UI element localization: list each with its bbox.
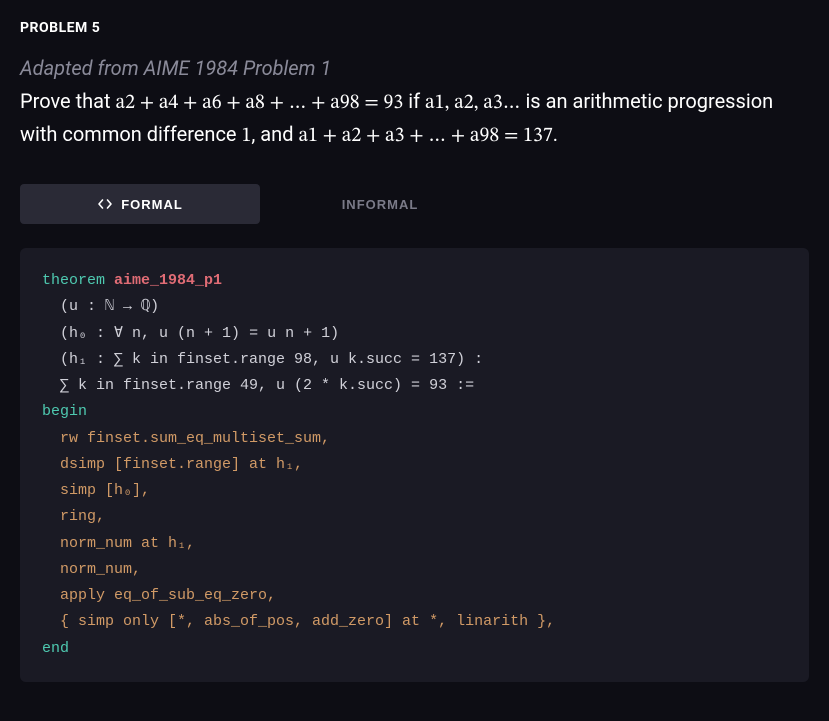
tab-bar: FORMAL INFORMAL <box>20 184 500 224</box>
math-expression: a1 + a2 + a3 + … + a98 = 137 <box>298 126 552 146</box>
code-block: theorem aime_1984_p1 (u : ℕ → ℚ) (h₀ : ∀… <box>20 248 809 682</box>
code-line: (h₀ : ∀ n, u (n + 1) = u n + 1) <box>42 325 339 342</box>
code-line: (u : ℕ → ℚ) <box>42 298 159 315</box>
math-expression: a1, a2, a3… <box>425 93 520 113</box>
tab-formal-label: FORMAL <box>121 197 183 212</box>
statement-text: . <box>553 122 558 146</box>
code-line: (h₁ : ∑ k in finset.range 98, u k.succ =… <box>42 351 483 368</box>
code-tactic: ring, <box>42 508 105 525</box>
code-tactic: rw finset.sum_eq_multiset_sum, <box>42 430 330 447</box>
code-tactic: dsimp [finset.range] at h₁, <box>42 456 303 473</box>
statement-text: if <box>403 89 425 113</box>
code-tactic: simp [h₀], <box>42 482 150 499</box>
code-tactic: norm_num at h₁, <box>42 535 195 552</box>
tab-informal-label: INFORMAL <box>342 197 419 212</box>
problem-statement: Prove that a2 + a4 + a6 + a8 + … + a98 =… <box>20 86 809 152</box>
tab-informal[interactable]: INFORMAL <box>260 184 500 224</box>
tab-formal[interactable]: FORMAL <box>20 184 260 224</box>
math-expression: a2 + a4 + a6 + a8 + … + a98 = 93 <box>116 93 404 113</box>
code-keyword-begin: begin <box>42 403 87 420</box>
code-theorem-name: aime_1984_p1 <box>114 272 222 289</box>
math-expression: 1 <box>241 126 251 146</box>
code-keyword-end: end <box>42 640 69 657</box>
code-tactic: { simp only [*, abs_of_pos, add_zero] at… <box>42 613 555 630</box>
statement-text: , and <box>251 122 298 146</box>
code-icon <box>97 196 113 212</box>
code-line: ∑ k in finset.range 49, u (2 * k.succ) =… <box>42 377 474 394</box>
code-tactic: norm_num, <box>42 561 141 578</box>
code-tactic: apply eq_of_sub_eq_zero, <box>42 587 276 604</box>
source-attribution: Adapted from AIME 1984 Problem 1 <box>20 56 809 80</box>
code-keyword-theorem: theorem <box>42 272 105 289</box>
problem-label: PROBLEM 5 <box>20 20 809 36</box>
statement-text: Prove that <box>20 89 116 113</box>
